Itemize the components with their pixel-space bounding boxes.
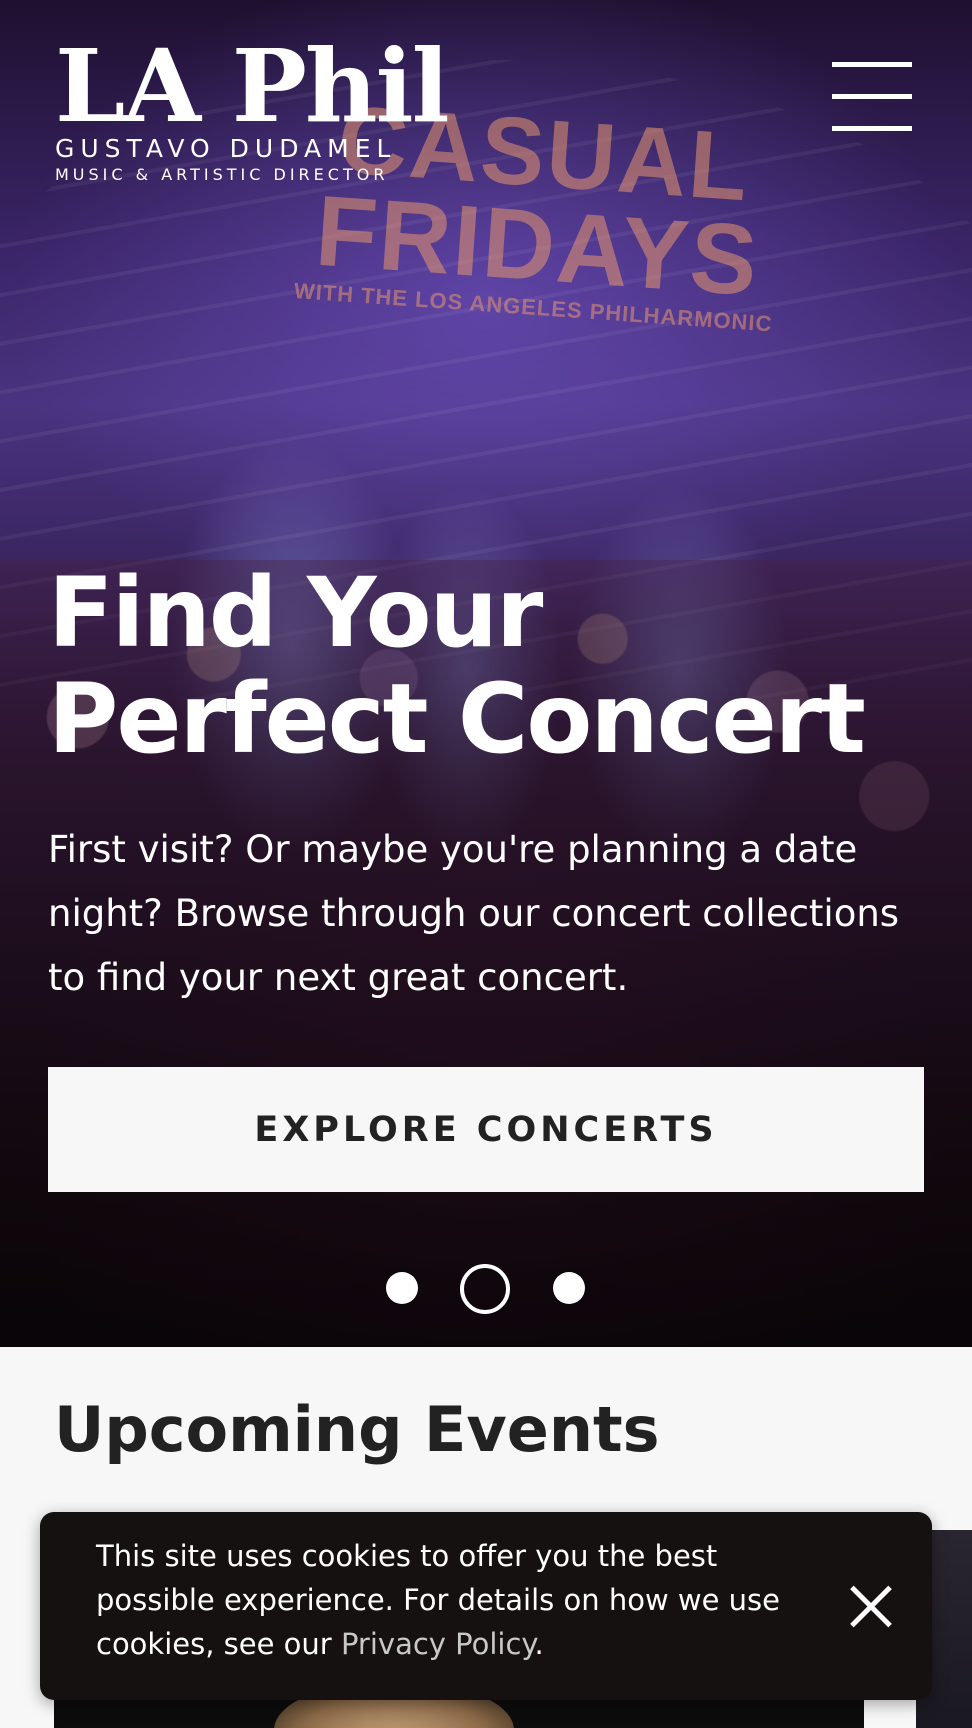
hamburger-menu-icon[interactable] <box>830 62 914 134</box>
carousel-dot-3[interactable] <box>553 1272 585 1304</box>
logo-tagline: MUSIC & ARTISTIC DIRECTOR <box>55 165 389 184</box>
cookie-message: This site uses cookies to offer you the … <box>96 1534 796 1666</box>
carousel-dot-2-active[interactable] <box>460 1264 510 1314</box>
close-icon[interactable] <box>846 1583 894 1631</box>
menu-bar <box>832 94 912 99</box>
carousel-pagination <box>386 1264 586 1314</box>
menu-bar <box>832 126 912 131</box>
hero-section: CASUAL FRIDAYS WITH THE LOS ANGELES PHIL… <box>0 0 972 1347</box>
hero-title: Find Your Perfect Concert <box>48 557 866 775</box>
upcoming-events-heading: Upcoming Events <box>54 1393 660 1466</box>
logo-subtitle: GUSTAVO DUDAMEL <box>55 134 397 163</box>
cookie-banner: This site uses cookies to offer you the … <box>40 1512 932 1700</box>
privacy-policy-link[interactable]: Privacy Policy <box>341 1627 535 1661</box>
site-logo[interactable]: LA Phil GUSTAVO DUDAMEL MUSIC & ARTISTIC… <box>55 27 450 184</box>
explore-concerts-button[interactable]: EXPLORE CONCERTS <box>48 1067 924 1192</box>
hero-description: First visit? Or maybe you're planning a … <box>48 828 900 999</box>
menu-bar <box>832 62 912 67</box>
cookie-trailing: . <box>534 1627 544 1661</box>
carousel-dot-1[interactable] <box>386 1272 418 1304</box>
logo-wordmark: LA Phil <box>55 27 450 145</box>
